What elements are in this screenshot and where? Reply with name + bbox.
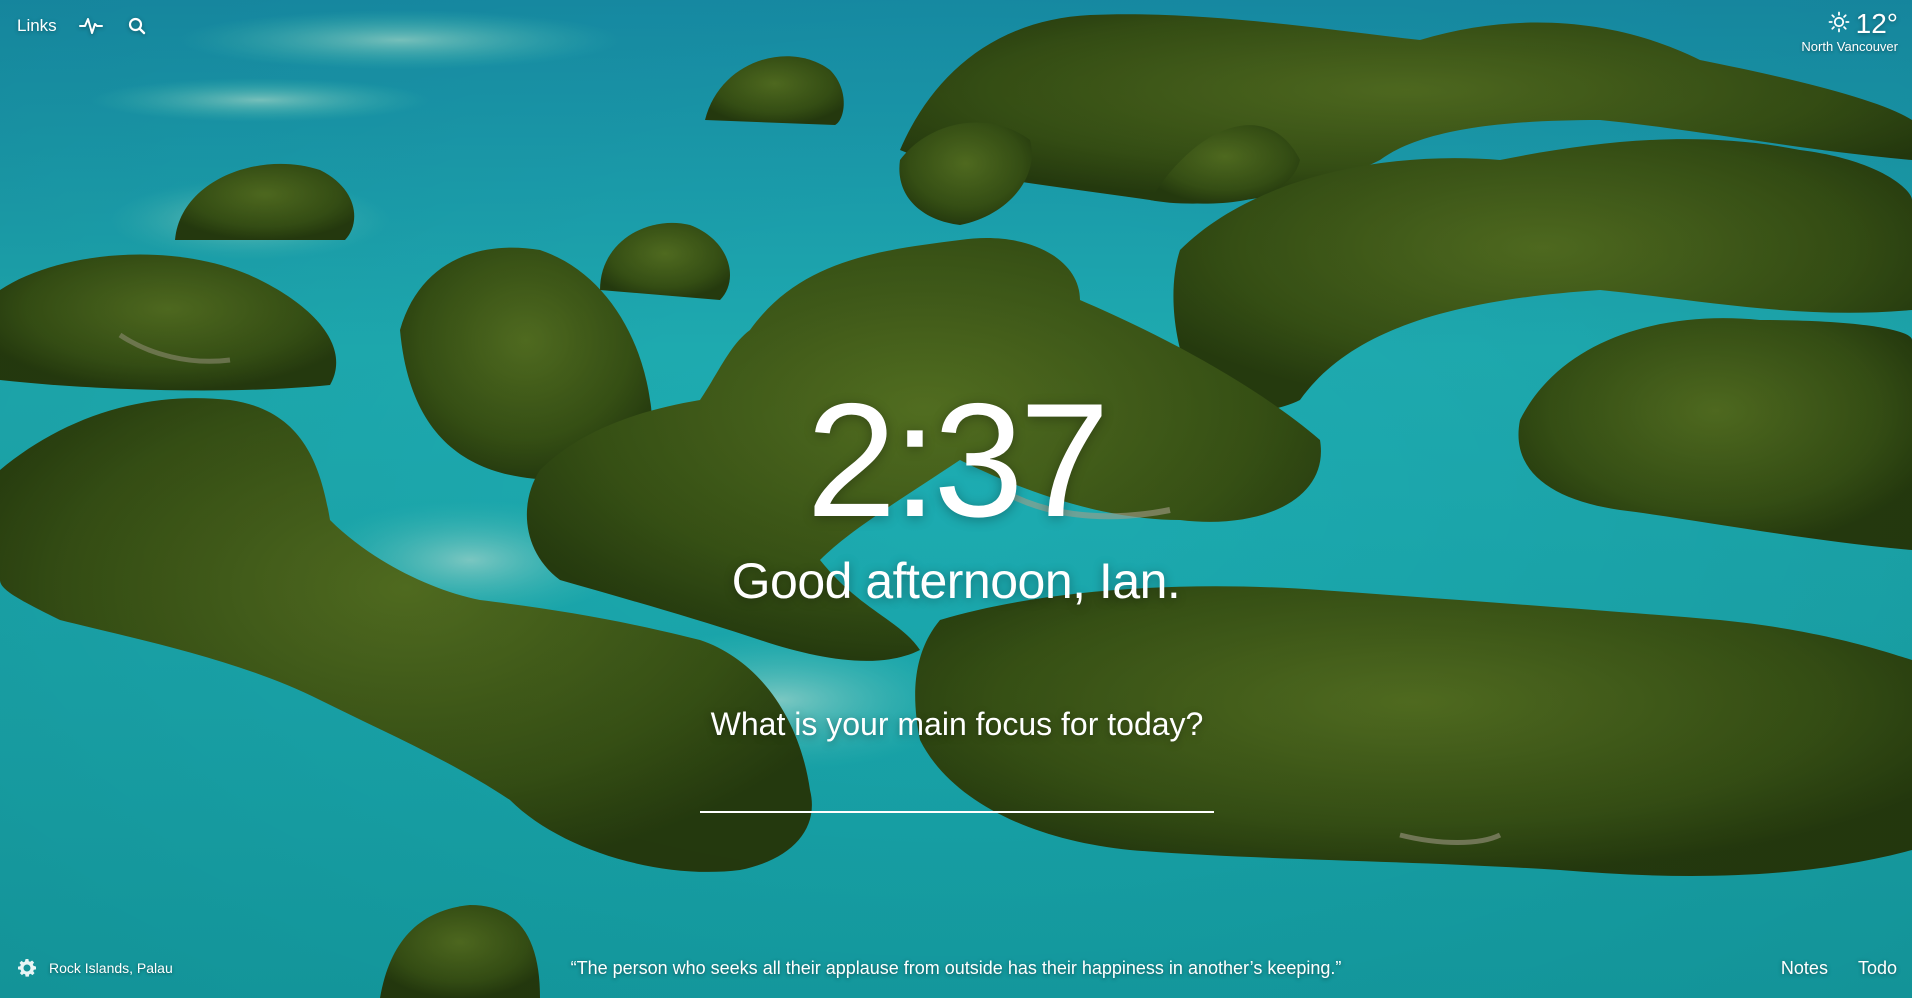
focus-section: What is your main focus for today? xyxy=(700,706,1214,813)
todo-button[interactable]: Todo xyxy=(1858,958,1897,979)
weather-widget[interactable]: 12° North Vancouver xyxy=(1801,8,1898,54)
search-icon[interactable] xyxy=(125,14,149,38)
bottom-right-bar: Notes Todo xyxy=(1781,958,1897,979)
links-button[interactable]: Links xyxy=(17,16,57,36)
notes-button[interactable]: Notes xyxy=(1781,958,1828,979)
top-left-bar: Links xyxy=(17,14,149,38)
clock: 2:37 xyxy=(806,370,1109,551)
weather-temperature: 12° xyxy=(1855,8,1898,39)
quote: “The person who seeks all their applause… xyxy=(570,958,1342,978)
activity-icon[interactable] xyxy=(78,14,103,38)
weather-location: North Vancouver xyxy=(1801,39,1898,54)
sun-icon xyxy=(1828,11,1850,38)
greeting: Good afternoon, Ian. xyxy=(731,553,1181,609)
center-panel: 2:37 Good afternoon, Ian. xyxy=(0,380,1912,610)
focus-prompt: What is your main focus for today? xyxy=(710,706,1204,742)
focus-input[interactable] xyxy=(700,769,1214,813)
